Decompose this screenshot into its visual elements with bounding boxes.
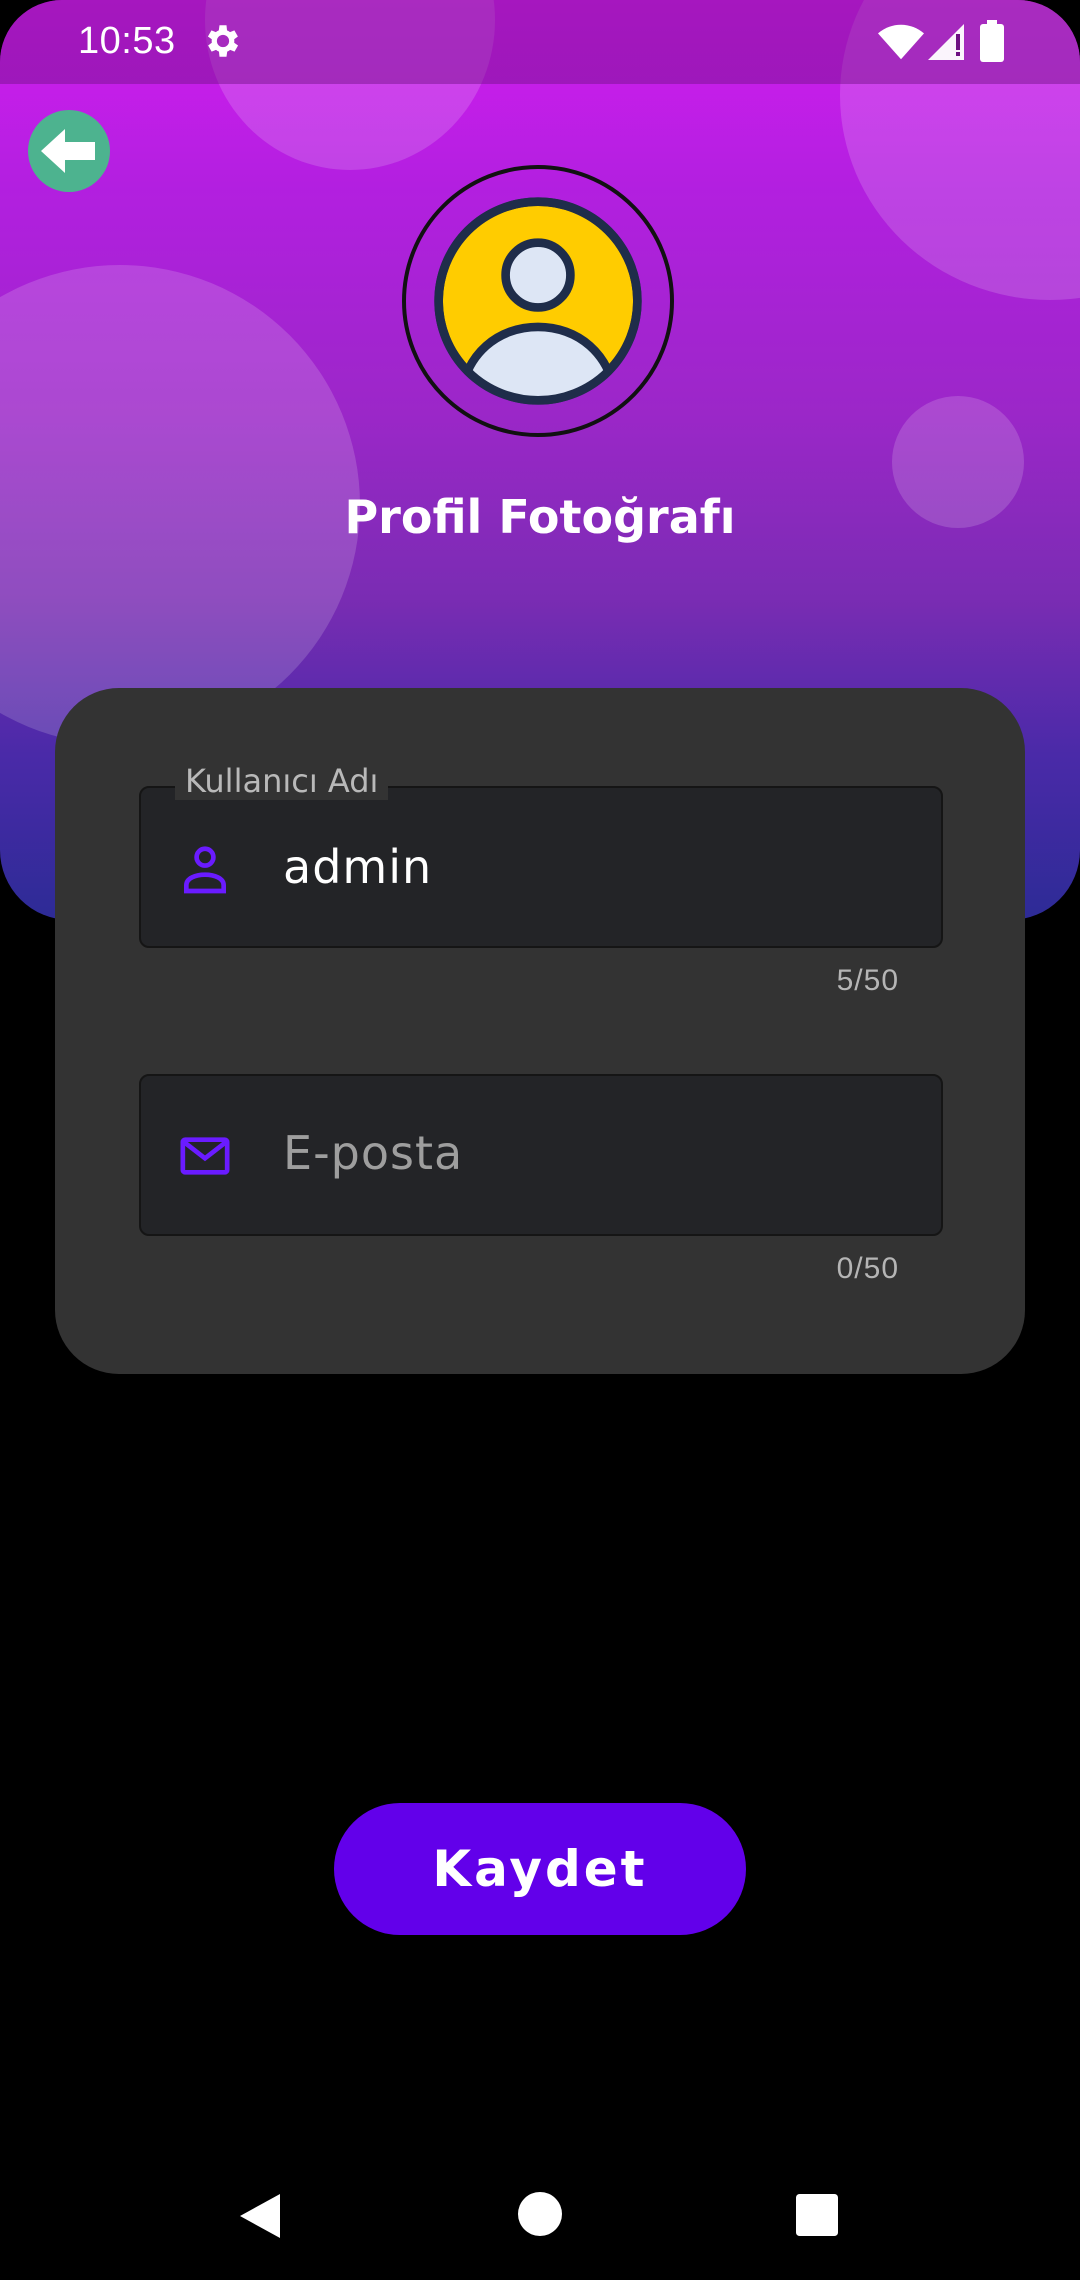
back-triangle-icon xyxy=(240,2194,280,2238)
back-button[interactable] xyxy=(28,110,110,192)
app-screen: 10:53 Profil Fotoğrafı Kullanıcı Adı adm… xyxy=(0,0,1080,2280)
username-field[interactable]: Kullanıcı Adı admin xyxy=(139,762,943,948)
person-icon xyxy=(184,846,226,894)
nav-back-button[interactable] xyxy=(236,2192,284,2244)
wifi-icon xyxy=(878,24,924,64)
nav-home-button[interactable] xyxy=(518,2192,562,2240)
status-time: 10:53 xyxy=(78,20,176,62)
email-field[interactable]: E-posta xyxy=(139,1074,943,1236)
email-counter: 0/50 xyxy=(836,1252,899,1285)
username-label: Kullanıcı Adı xyxy=(175,762,389,800)
profile-photo[interactable] xyxy=(402,165,674,437)
user-avatar-icon xyxy=(434,197,642,405)
battery-icon xyxy=(980,20,1004,66)
status-bar: 10:53 xyxy=(0,0,1080,84)
profile-photo-title: Profil Fotoğrafı xyxy=(344,490,736,544)
username-input[interactable]: admin xyxy=(283,840,432,894)
settings-icon xyxy=(202,20,244,66)
arrow-left-icon xyxy=(41,129,95,173)
save-button[interactable]: Kaydet xyxy=(334,1803,746,1935)
nav-recents-button[interactable] xyxy=(796,2194,838,2240)
mail-icon xyxy=(180,1137,230,1175)
home-circle-icon xyxy=(518,2192,562,2236)
profile-form-card: Kullanıcı Adı admin 5/50 E-posta 0/50 xyxy=(55,688,1025,1374)
email-input[interactable]: E-posta xyxy=(283,1126,463,1180)
username-counter: 5/50 xyxy=(836,964,899,997)
signal-icon xyxy=(928,24,964,64)
recents-square-icon xyxy=(796,2194,838,2236)
